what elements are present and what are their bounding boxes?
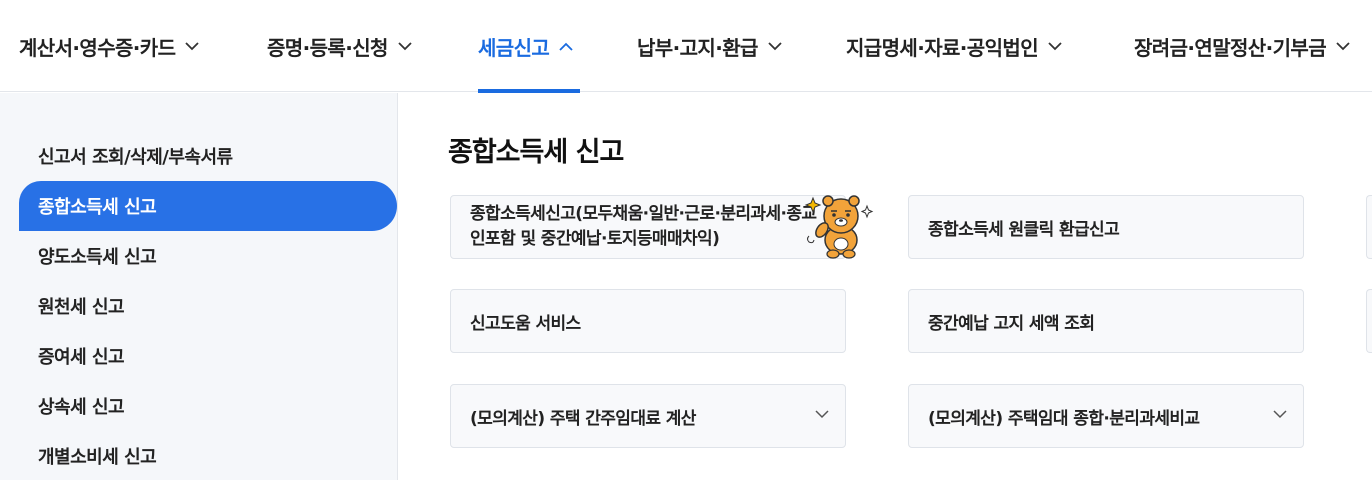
sidebar-item-income-tax[interactable]: 종합소득세 신고: [19, 181, 397, 231]
chevron-down-icon: [1048, 41, 1062, 51]
card-label: (모의계산) 주택임대 종합·분리과세비교: [928, 408, 1200, 429]
sidebar-item-gift-tax[interactable]: 증여세 신고: [19, 331, 397, 381]
chevron-up-icon: [559, 42, 573, 51]
sidebar-item-return-lookup[interactable]: 신고서 조회/삭제/부속서류: [19, 131, 397, 181]
nav-item-payment-statements[interactable]: 지급명세·자료·공익법인: [846, 0, 1062, 92]
mascot-character-icon: [803, 192, 875, 266]
nav-item-certificates-registration[interactable]: 증명·등록·신청: [267, 0, 412, 92]
card-label: 중간예납 고지 세액 조회: [928, 313, 1095, 334]
sidebar-item-label: 종합소득세 신고: [38, 197, 157, 218]
sidebar-item-label: 증여세 신고: [38, 347, 125, 368]
nav-item-incentives-yearend-donations[interactable]: 장려금·연말정산·기부금: [1134, 0, 1350, 92]
page-title: 종합소득세 신고: [448, 137, 624, 168]
nav-item-label: 증명·등록·신청: [267, 35, 388, 60]
partial-card[interactable]: [1366, 195, 1372, 259]
chevron-down-icon: [815, 410, 829, 419]
sidebar-item-label: 양도소득세 신고: [38, 247, 157, 268]
card-label: 종합소득세 원클릭 환급신고: [928, 219, 1120, 240]
sidebar-item-label: 신고서 조회/삭제/부속서류: [38, 147, 233, 168]
sidebar-item-inheritance-tax[interactable]: 상속세 신고: [19, 381, 397, 431]
card-label: (모의계산) 주택 간주임대료 계산: [470, 408, 696, 429]
nav-item-label: 지급명세·자료·공익법인: [846, 35, 1039, 60]
card-label: 종합소득세신고(모두채움·일반·근로·분리과세·종교인포함 및 중간예납·토지등…: [470, 204, 817, 249]
chevron-down-icon: [1336, 41, 1350, 51]
nav-item-invoices-receipts-cards[interactable]: 계산서·영수증·카드: [19, 0, 200, 92]
partial-card[interactable]: [1366, 289, 1372, 353]
income-tax-filing-card[interactable]: 종합소득세신고(모두채움·일반·근로·분리과세·종교인포함 및 중간예납·토지등…: [450, 195, 874, 259]
interim-prepayment-lookup-card[interactable]: 중간예납 고지 세액 조회: [908, 289, 1304, 353]
chevron-down-icon: [185, 41, 200, 51]
nav-item-tax-filing[interactable]: 세금신고: [478, 0, 580, 93]
rental-tax-comparison-card[interactable]: (모의계산) 주택임대 종합·분리과세비교: [908, 384, 1304, 448]
sidebar-item-label: 상속세 신고: [38, 397, 125, 418]
deemed-rent-calculation-card[interactable]: (모의계산) 주택 간주임대료 계산: [450, 384, 846, 448]
nav-item-label: 장려금·연말정산·기부금: [1134, 35, 1327, 60]
filing-help-service-card[interactable]: 신고도움 서비스: [450, 289, 846, 353]
nav-item-label: 납부·고지·환급: [637, 35, 758, 60]
chevron-down-icon: [1273, 410, 1287, 419]
income-tax-one-click-refund-card[interactable]: 종합소득세 원클릭 환급신고: [908, 195, 1304, 259]
nav-item-label: 세금신고: [478, 35, 550, 60]
top-navigation: 계산서·영수증·카드 증명·등록·신청 세금신고 납부·고지·환급 지급명세·자…: [0, 0, 1372, 93]
nav-item-label: 계산서·영수증·카드: [19, 35, 176, 60]
chevron-down-icon: [398, 41, 412, 51]
card-label: 신고도움 서비스: [470, 313, 581, 334]
sidebar: 신고서 조회/삭제/부속서류 종합소득세 신고 양도소득세 신고 원천세 신고 …: [0, 93, 398, 480]
sidebar-item-excise-tax[interactable]: 개별소비세 신고: [19, 431, 397, 480]
sidebar-item-label: 원천세 신고: [38, 297, 125, 318]
nav-item-payment-notice-refund[interactable]: 납부·고지·환급: [637, 0, 782, 92]
sidebar-item-label: 개별소비세 신고: [38, 447, 157, 468]
sidebar-item-withholding-tax[interactable]: 원천세 신고: [19, 281, 397, 331]
sidebar-item-capital-gains-tax[interactable]: 양도소득세 신고: [19, 231, 397, 281]
chevron-down-icon: [768, 41, 782, 51]
